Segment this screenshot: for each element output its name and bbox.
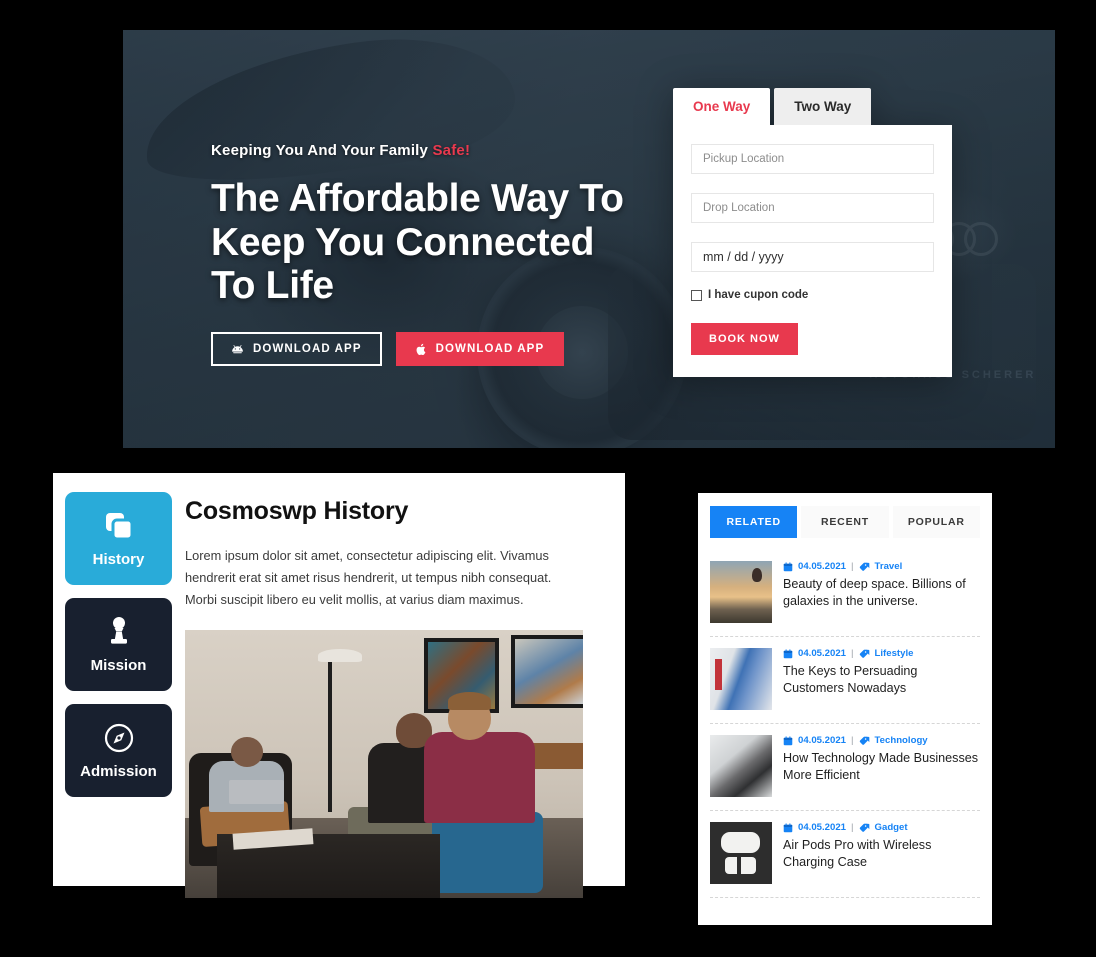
post-date: 04.05.2021 bbox=[798, 735, 847, 746]
booking-form-body: Pickup Location Drop Location mm / dd / … bbox=[673, 125, 952, 377]
apple-icon bbox=[416, 343, 427, 356]
hero-kicker-plain: Keeping You And Your Family bbox=[211, 142, 433, 159]
book-now-button[interactable]: BOOK NOW bbox=[691, 323, 798, 355]
hero-kicker: Keeping You And Your Family Safe! bbox=[211, 142, 641, 159]
calendar-icon bbox=[783, 648, 793, 659]
history-tab-list: History Mission Admission bbox=[53, 473, 175, 886]
history-body-text: Lorem ipsum dolor sit amet, consectetur … bbox=[185, 548, 552, 607]
post-date: 04.05.2021 bbox=[798, 822, 847, 833]
coupon-checkbox-row[interactable]: I have cupon code bbox=[691, 289, 934, 301]
calendar-icon bbox=[783, 561, 793, 572]
hero-title: The Affordable Way To Keep You Connected… bbox=[211, 177, 624, 308]
post-content: 04.05.2021 | Lifestyle The Keys to Persu… bbox=[783, 648, 980, 710]
post-category[interactable]: Lifestyle bbox=[875, 648, 914, 659]
post-list-item[interactable]: 04.05.2021 | Technology How Technology M… bbox=[710, 724, 980, 811]
post-category[interactable]: Technology bbox=[875, 735, 928, 746]
drop-location-input[interactable]: Drop Location bbox=[691, 193, 934, 223]
android-icon bbox=[231, 344, 244, 355]
post-list-item[interactable]: 04.05.2021 | Travel Beauty of deep space… bbox=[710, 550, 980, 637]
history-title: Cosmoswp History bbox=[185, 497, 409, 525]
history-tab-history-label: History bbox=[92, 550, 145, 568]
chess-pawn-icon bbox=[105, 616, 133, 648]
history-tab-mission[interactable]: Mission bbox=[65, 598, 172, 691]
calendar-icon bbox=[783, 822, 793, 833]
page-root: AUTOHAUS SCHERER Keeping You And Your Fa… bbox=[0, 0, 1096, 957]
posts-tab-bar: RELATED RECENT POPULAR bbox=[710, 506, 980, 538]
related-posts-widget: RELATED RECENT POPULAR 04.05.2021 | Trav… bbox=[698, 493, 992, 925]
post-meta-separator: | bbox=[851, 561, 854, 572]
pickup-location-input[interactable]: Pickup Location bbox=[691, 144, 934, 174]
history-tab-mission-label: Mission bbox=[90, 656, 147, 674]
post-list-item[interactable]: 04.05.2021 | Gadget Air Pods Pro with Wi… bbox=[710, 811, 980, 898]
post-thumbnail bbox=[710, 735, 772, 797]
post-thumbnail bbox=[710, 648, 772, 710]
post-category[interactable]: Travel bbox=[875, 561, 903, 572]
post-title[interactable]: The Keys to Persuading Customers Nowaday… bbox=[783, 663, 980, 698]
post-thumbnail bbox=[710, 561, 772, 623]
post-content: 04.05.2021 | Gadget Air Pods Pro with Wi… bbox=[783, 822, 980, 884]
booking-tab-bar: One Way Two Way bbox=[673, 88, 952, 125]
tag-icon bbox=[859, 823, 870, 833]
download-app-apple-label: DOWNLOAD APP bbox=[435, 343, 545, 356]
post-meta-separator: | bbox=[851, 822, 854, 833]
post-date: 04.05.2021 bbox=[798, 561, 847, 572]
posts-tab-related[interactable]: RELATED bbox=[710, 506, 798, 538]
travel-date-input[interactable]: mm / dd / yyyy bbox=[691, 242, 934, 272]
hero-kicker-accent: Safe! bbox=[432, 142, 471, 159]
history-tab-admission-label: Admission bbox=[80, 762, 157, 780]
posts-tab-popular[interactable]: POPULAR bbox=[892, 506, 980, 538]
history-panel-content: Cosmoswp History Lorem ipsum dolor sit a… bbox=[175, 473, 625, 898]
hero-button-group: DOWNLOAD APP DOWNLOAD APP bbox=[211, 332, 641, 367]
post-title[interactable]: How Technology Made Businesses More Effi… bbox=[783, 750, 980, 785]
post-meta: 04.05.2021 | Technology bbox=[783, 735, 980, 746]
history-photo bbox=[185, 630, 583, 898]
tag-icon bbox=[859, 649, 870, 659]
posts-tab-recent[interactable]: RECENT bbox=[801, 506, 889, 538]
copy-layers-icon bbox=[103, 510, 135, 542]
post-content: 04.05.2021 | Technology How Technology M… bbox=[783, 735, 980, 797]
post-title[interactable]: Air Pods Pro with Wireless Charging Case bbox=[783, 837, 980, 872]
post-meta: 04.05.2021 | Gadget bbox=[783, 822, 980, 833]
booking-form-panel: One Way Two Way Pickup Location Drop Loc… bbox=[673, 88, 952, 377]
tag-icon bbox=[859, 736, 870, 746]
download-app-apple-button[interactable]: DOWNLOAD APP bbox=[395, 332, 565, 367]
compass-icon bbox=[103, 722, 135, 754]
history-tab-history[interactable]: History bbox=[65, 492, 172, 585]
booking-tab-two-way[interactable]: Two Way bbox=[774, 88, 872, 125]
calendar-icon bbox=[783, 735, 793, 746]
post-meta: 04.05.2021 | Lifestyle bbox=[783, 648, 980, 659]
history-tab-admission[interactable]: Admission bbox=[65, 704, 172, 797]
tag-icon bbox=[859, 562, 870, 572]
post-meta-separator: | bbox=[851, 735, 854, 746]
history-card: History Mission Admission Cosmoswp Histo… bbox=[53, 473, 625, 898]
post-content: 04.05.2021 | Travel Beauty of deep space… bbox=[783, 561, 980, 623]
post-meta-separator: | bbox=[851, 648, 854, 659]
post-category[interactable]: Gadget bbox=[875, 822, 908, 833]
post-title[interactable]: Beauty of deep space. Billions of galaxi… bbox=[783, 576, 980, 611]
post-meta: 04.05.2021 | Travel bbox=[783, 561, 980, 572]
coupon-checkbox[interactable] bbox=[691, 289, 702, 301]
download-app-android-button[interactable]: DOWNLOAD APP bbox=[211, 332, 382, 367]
booking-tab-one-way[interactable]: One Way bbox=[673, 88, 771, 125]
post-date: 04.05.2021 bbox=[798, 648, 847, 659]
post-thumbnail bbox=[710, 822, 772, 884]
coupon-checkbox-label: I have cupon code bbox=[708, 289, 809, 301]
download-app-android-label: DOWNLOAD APP bbox=[253, 343, 362, 356]
hero-content: Keeping You And Your Family Safe! The Af… bbox=[211, 142, 641, 367]
post-list-item[interactable]: 04.05.2021 | Lifestyle The Keys to Persu… bbox=[710, 637, 980, 724]
